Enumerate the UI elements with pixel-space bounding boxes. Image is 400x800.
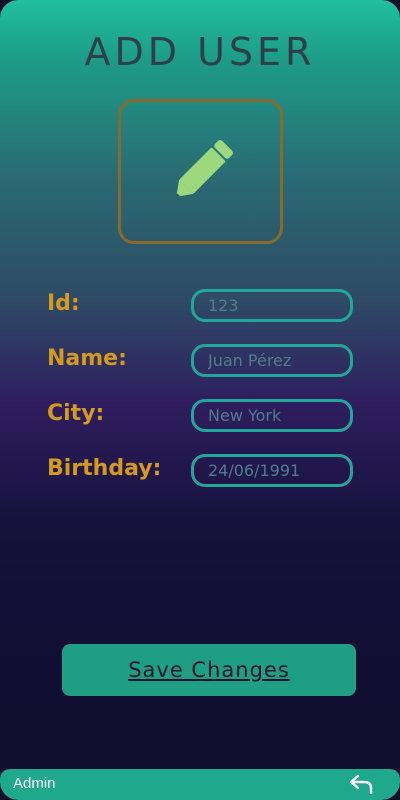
id-field[interactable] xyxy=(191,289,353,322)
field-row-id: Id: xyxy=(0,289,400,329)
field-row-birthday: Birthday: xyxy=(0,454,400,494)
name-field[interactable] xyxy=(191,344,353,377)
undo-arrow-icon xyxy=(349,774,373,795)
add-user-screen: ADD USER Id: Name: City: Birthday: Save … xyxy=(0,0,400,800)
back-button[interactable] xyxy=(348,773,376,795)
save-changes-label: Save Changes xyxy=(128,658,290,682)
city-field[interactable] xyxy=(191,399,353,432)
field-row-city: City: xyxy=(0,399,400,439)
birthday-field[interactable] xyxy=(191,454,353,487)
name-label: Name: xyxy=(47,346,127,371)
field-row-name: Name: xyxy=(0,344,400,384)
city-label: City: xyxy=(47,401,105,426)
current-user-label: Admin xyxy=(13,775,56,792)
id-label: Id: xyxy=(47,291,80,316)
save-changes-button[interactable]: Save Changes xyxy=(62,644,356,696)
pencil-icon xyxy=(175,139,233,197)
page-title: ADD USER xyxy=(84,30,316,74)
footer-bar: Admin xyxy=(0,769,400,800)
avatar-edit-button[interactable] xyxy=(118,99,283,244)
birthday-label: Birthday: xyxy=(47,456,162,481)
